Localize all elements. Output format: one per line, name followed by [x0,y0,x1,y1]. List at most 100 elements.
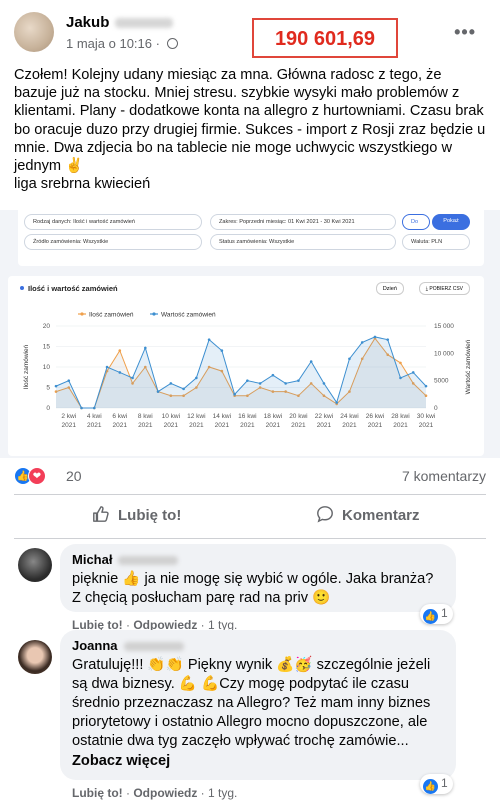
x-tick-label: 2021 [266,422,281,429]
x-tick-label: 2021 [164,422,179,429]
x-tick-label: 2021 [189,422,204,429]
post-body-last-line: liga srebrna kwiecień [14,176,151,193]
y-axis-label: Ilość zamówień [23,344,30,389]
x-tick-label: 2021 [240,422,255,429]
show-button: Pokaż [432,214,470,230]
y-tick-label: 15 [43,344,51,351]
love-icon[interactable]: ❤ [28,467,46,485]
comment-avatar[interactable] [18,640,52,674]
x-tick-label: 2021 [317,422,332,429]
x-tick-label: 26 kwi [366,413,384,420]
reactions-bar: 👍 ❤ 20 7 komentarzy [14,466,488,486]
data-point [156,390,160,393]
data-point [399,376,402,380]
y2-axis-label: Wartość zamówień [465,339,472,394]
data-point [322,382,326,385]
reaction-count[interactable]: 20 [66,468,82,484]
comment-icon [317,506,333,523]
y-tick-label: 10 [43,364,51,371]
x-tick-label: 22 kwi [315,413,333,420]
x-tick-label: 16 kwi [238,413,256,420]
x-tick-label: 2021 [138,422,153,429]
data-point [386,338,390,341]
x-tick-label: 2 kwi [61,413,76,420]
thumb-up-icon [93,506,109,522]
comment-like-link[interactable]: Lubię to! [72,786,123,800]
comment-button[interactable]: Komentarz [316,505,420,529]
data-point [258,382,262,385]
data-point [411,371,415,374]
comment-author[interactable]: Michał [72,552,444,567]
x-tick-label: 2021 [291,422,306,429]
y2-tick-label: 0 [434,405,438,412]
compare-selector: Do [402,214,430,230]
highlight-amount: 190 601,69 [274,28,376,50]
globe-icon [166,38,178,49]
data-point [424,384,428,388]
data-point [233,393,236,396]
data-point [271,373,275,377]
legend-marker [152,312,156,316]
filter-panel: Rodzaj danych: Ilość i wartość zamówień … [18,210,484,266]
orders-chart: 0 5 10 15 20 0 5000 10 000 15 000 Ilość zamówień W… [23,312,472,430]
comment-time[interactable]: 1 tyg. [208,786,237,800]
x-tick-label: 6 kwi [112,413,127,420]
embedded-screenshot[interactable]: Rodzaj danych: Ilość i wartość zamówień … [0,210,500,458]
x-tick-label: 14 kwi [213,413,231,420]
comment-reply-link[interactable]: Odpowiedz [133,786,197,800]
post-author[interactable]: Jakub [66,14,174,31]
legend-marker [80,312,84,316]
see-more-link[interactable]: Zobacz więcej [72,753,444,769]
data-point [297,379,300,382]
like-button[interactable]: Lubię to! [92,505,181,529]
x-tick-label: 10 kwi [162,413,180,420]
data-point [144,346,147,350]
filter-status: Status zamówienia: Wszystkie [210,234,396,250]
comment-reaction[interactable]: 👍 1 [420,604,453,624]
comment-actions: Lubię to! · Odpowiedz · 1 tyg. [72,786,238,800]
post-body: Czołem! Kolejny udany miesiąc za mna. Gł… [14,67,490,175]
divider [14,538,486,539]
comment-reaction[interactable]: 👍 1 [420,774,453,794]
post-date[interactable]: 1 maja o 10:16 [66,36,152,51]
comment-avatar[interactable] [18,548,52,582]
x-tick-label: 4 kwi [87,413,102,420]
like-icon: 👍 [423,609,438,624]
data-point [207,338,211,341]
more-options-button[interactable]: ••• [454,22,476,43]
legend-label: Wartość zamówień [161,312,216,319]
filter-range: Zakres: Poprzedni miesiąc: 01 Kwi 2021 -… [210,214,396,230]
redacted-surname [123,642,184,652]
comment-author[interactable]: Joanna [72,638,444,653]
data-point [220,349,224,352]
post-meta: 1 maja o 10:16 · [66,36,178,51]
redacted-surname [115,18,174,29]
filter-currency: Waluta: PLN [402,234,470,250]
comments-count[interactable]: 7 komentarzy [402,468,486,484]
data-point [348,357,351,361]
x-tick-label: 2021 [62,422,77,429]
data-point [284,382,287,385]
chart-card: Ilość i wartość zamówień Dzień ⤓ POBIERZ… [8,276,484,456]
x-tick-label: 8 kwi [138,413,153,420]
author-avatar[interactable] [14,12,54,52]
data-point [118,349,122,352]
legend-label: Ilość zamówień [89,312,134,319]
comment-text: pięknie 👍 ja nie mogę się wybić w ogóle.… [72,571,438,606]
data-point [118,371,122,374]
data-point [195,376,198,380]
x-tick-label: 2021 [113,422,128,429]
x-tick-label: 28 kwi [391,413,409,420]
y-tick-label: 5 [46,385,50,392]
x-tick-label: 2021 [419,422,434,429]
data-point [399,361,402,365]
comment-bubble: Joanna Gratuluję!!! 👏👏 Piękny wynik 💰🥳 s… [60,630,456,780]
comment-bubble: Michał pięknie 👍 ja nie mogę się wybić w… [60,544,456,612]
data-point [105,365,109,369]
data-point [360,341,364,344]
y-tick-label: 20 [43,323,51,330]
data-point [309,360,313,363]
comment-text: Gratuluję!!! 👏👏 Piękny wynik 💰🥳 szczegól… [72,657,435,749]
data-point [54,384,58,388]
x-tick-label: 2021 [342,422,357,429]
